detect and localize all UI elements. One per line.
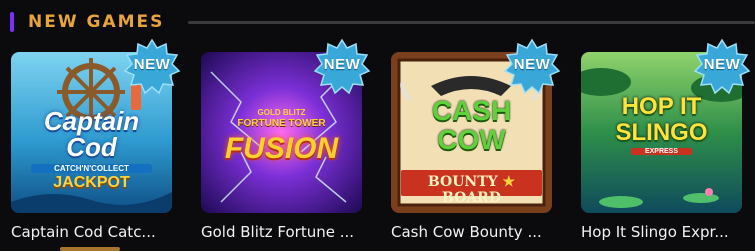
game-card-hop-it-slingo[interactable]: HOP IT SLINGO EXPRESS NEW Hop It Slingo … [581,38,751,251]
game-title[interactable]: Hop It Slingo Expr... [581,223,742,241]
section-title: NEW GAMES [28,12,165,32]
logo-subtitle: EXPRESS [631,148,692,155]
new-badge-label: NEW [133,56,171,73]
new-badge-label: NEW [513,56,551,73]
logo-line: HOP IT [621,93,702,120]
partial-rating-bar [60,247,120,251]
logo-sub-right: BOARD [442,190,501,206]
logo-sub-left: BOUNTY [427,174,498,190]
new-badge: NEW [313,38,371,96]
game-card-captain-cod[interactable]: Captain Cod CATCH'N'COLLECT JACKPOT NEW … [11,38,181,251]
logo-line: Cod [66,132,117,162]
logo-top: GOLD BLITZ [257,108,306,117]
game-title[interactable]: Captain Cod Catc... [11,223,172,241]
new-badge: NEW [693,38,751,96]
section-divider [188,21,755,24]
new-badge-label: NEW [703,56,741,73]
new-badge: NEW [503,38,561,96]
section-accent-bar [10,12,14,32]
section-header: NEW GAMES [10,10,755,34]
game-title[interactable]: Gold Blitz Fortune ... [201,223,362,241]
star-icon: ★ [502,174,516,190]
game-card-cash-cow-bounty[interactable]: CASH COW BOUNTY ★ BOARD NEW Cash Cow Bou… [391,38,561,251]
new-badge: NEW [123,38,181,96]
logo-main: FUSION [224,132,339,165]
logo-line: SLINGO [615,119,708,146]
logo-jackpot: JACKPOT [53,174,130,191]
logo-subtitle: CATCH'N'COLLECT [31,164,152,173]
logo-line: COW [437,124,506,155]
logo-middle: FORTUNE TOWER [237,118,326,129]
logo-line: Captain [43,106,140,136]
game-card-gold-blitz-fortune[interactable]: GOLD BLITZ FORTUNE TOWER FUSION NEW Gold… [201,38,371,251]
new-badge-label: NEW [323,56,361,73]
game-title[interactable]: Cash Cow Bounty ... [391,223,552,241]
logo-line: CASH [431,95,512,126]
